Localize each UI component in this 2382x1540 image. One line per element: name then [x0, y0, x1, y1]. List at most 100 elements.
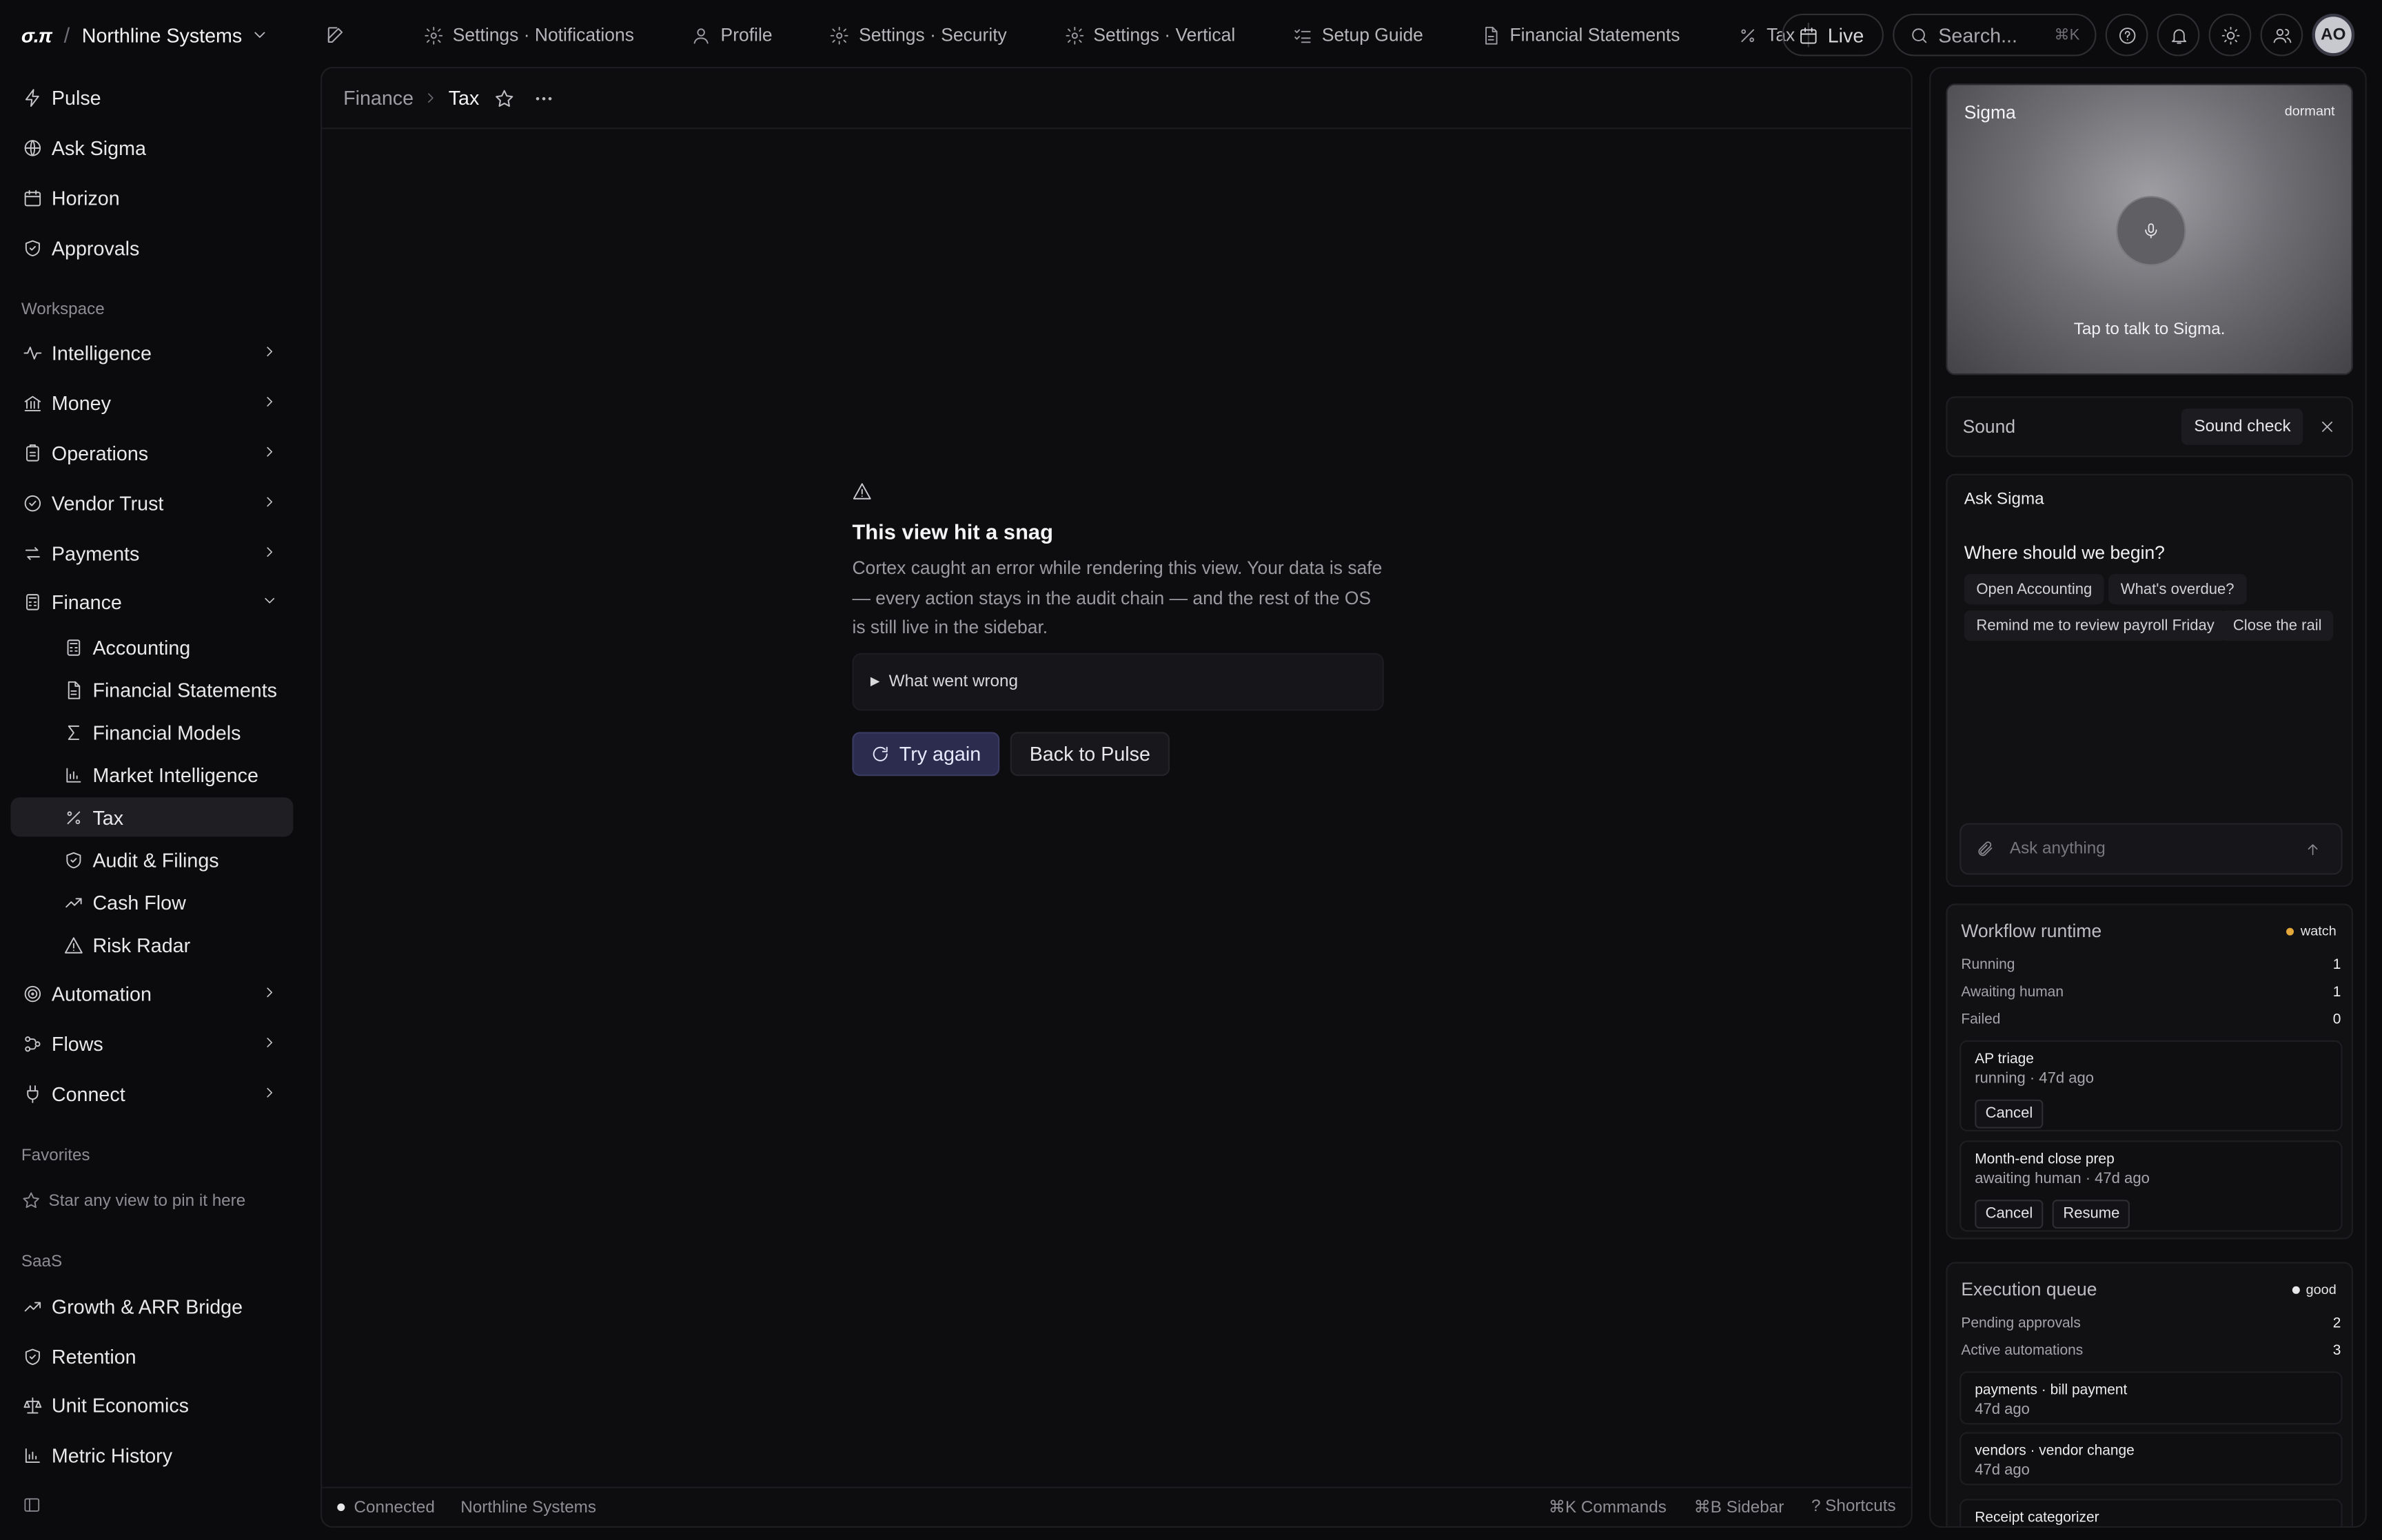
sidebar-item-money[interactable]: Money [10, 382, 293, 422]
sidebar-item-flows[interactable]: Flows [10, 1023, 293, 1062]
breadcrumb-parent[interactable]: Finance [343, 87, 414, 110]
close-icon[interactable] [2318, 418, 2336, 435]
sidebar-item-pulse[interactable]: Pulse [10, 77, 293, 116]
microphone-button[interactable] [2116, 196, 2186, 266]
chevron-down-icon [261, 593, 278, 609]
status-badge-label: good [2305, 1282, 2337, 1297]
error-actions: Try again Back to Pulse [852, 731, 1383, 776]
user-icon [692, 25, 712, 45]
tab-settings-vertical[interactable]: Settings · Vertical [1065, 24, 1236, 46]
stat-value: 1 [2332, 984, 2341, 1001]
sidebar-item-unit-economics[interactable]: Unit Economics [10, 1385, 293, 1424]
status-badge: good [2292, 1282, 2337, 1297]
paperclip-icon[interactable] [1976, 840, 1994, 858]
tab-label: Settings · Notifications [452, 24, 634, 46]
stat-row: Failed 0 [1961, 1012, 2341, 1028]
stat-value: 0 [2332, 1011, 2341, 1029]
chevron-right-icon [261, 544, 278, 560]
document-icon [64, 679, 93, 699]
sidebar-toggle-icon[interactable] [23, 1496, 41, 1514]
sidebar-item-tax[interactable]: Tax [10, 797, 294, 837]
error-details-label: What went wrong [888, 672, 1018, 690]
try-again-button[interactable]: Try again [852, 731, 999, 776]
sidebar-item-ask-sigma[interactable]: Ask Sigma [10, 127, 293, 167]
tab-profile[interactable]: Profile [692, 24, 773, 45]
stat-label: Failed [1961, 1011, 2001, 1029]
sidebar-item-metric-history[interactable]: Metric History [10, 1435, 293, 1475]
stat-value: 1 [2332, 956, 2341, 974]
chevron-right-icon [261, 343, 278, 360]
suggestion-chip[interactable]: Open Accounting [1964, 574, 2104, 605]
sidebar-item-cash-flow[interactable]: Cash Flow [50, 883, 294, 922]
cancel-button[interactable]: Cancel [1975, 1099, 2044, 1129]
queue-item[interactable]: vendors · vendor change 47d ago [1959, 1432, 2343, 1486]
sidebar-item-horizon[interactable]: Horizon [10, 178, 293, 217]
org-switcher[interactable]: σ.π / Northline Systems [0, 0, 269, 70]
avatar[interactable]: AO [2312, 13, 2355, 57]
suggestion-chip[interactable]: Remind me to review payroll Friday [1964, 610, 2227, 641]
search-input[interactable]: Search... ⌘K [1893, 13, 2097, 57]
sidebar-item-financial-models[interactable]: Financial Models [50, 712, 294, 752]
workflow-runtime-title: Workflow runtime [1961, 920, 2102, 942]
sidebar-item-retention[interactable]: Retention [10, 1337, 293, 1376]
favorites-empty-hint: Star any view to pin it here [21, 1191, 245, 1211]
sidebar-item-approvals[interactable]: Approvals [10, 228, 293, 267]
suggestion-chip[interactable]: What's overdue? [2108, 574, 2247, 605]
sidebar-item-label: Automation [51, 981, 152, 1005]
sidebar-item-financial-statements[interactable]: Financial Statements [50, 670, 294, 709]
send-arrow-icon[interactable] [2299, 835, 2326, 863]
sidebar-item-risk-radar[interactable]: Risk Radar [50, 925, 294, 964]
suggestion-chip[interactable]: Close the rail [2221, 610, 2334, 641]
sidebar-item-finance[interactable]: Finance [10, 582, 293, 621]
error-details-toggle[interactable]: ▶ What went wrong [852, 652, 1384, 710]
star-icon[interactable] [494, 88, 516, 109]
document-icon [1481, 25, 1501, 45]
sound-check-button[interactable]: Sound check [2181, 408, 2303, 445]
tab-label: Profile [720, 24, 773, 46]
ask-sigma-input[interactable]: Ask anything [1959, 823, 2343, 875]
tab-label: Settings · Vertical [1093, 24, 1236, 46]
tab-financial-statements[interactable]: Financial Statements [1481, 24, 1680, 45]
sidebar-item-market-intelligence[interactable]: Market Intelligence [50, 754, 294, 794]
bell-icon [2168, 25, 2188, 45]
tab-settings-security[interactable]: Settings · Security [830, 24, 1007, 45]
sidebar-item-operations[interactable]: Operations [10, 433, 293, 472]
sidebar-item-payments[interactable]: Payments [10, 533, 293, 573]
tab-settings-notifications[interactable]: Settings · Notifications [424, 24, 634, 45]
help-button[interactable] [2105, 13, 2148, 57]
status-badge-label: watch [2300, 923, 2337, 939]
sidebar-item-label: Intelligence [51, 340, 152, 364]
sidebar-item-label: Risk Radar [92, 933, 191, 956]
back-to-pulse-button[interactable]: Back to Pulse [1010, 731, 1170, 776]
team-button[interactable] [2260, 13, 2303, 57]
shortcut-commands[interactable]: ⌘K Commands [1549, 1497, 1667, 1517]
sidebar-item-audit-filings[interactable]: Audit & Filings [50, 840, 294, 879]
compose-icon[interactable] [325, 24, 347, 45]
sidebar-item-connect[interactable]: Connect [10, 1074, 293, 1113]
resume-button[interactable]: Resume [2052, 1200, 2130, 1229]
section-label-favorites: Favorites [21, 1147, 90, 1165]
status-org-name: Northline Systems [460, 1498, 597, 1517]
sidebar-item-accounting[interactable]: Accounting [50, 627, 294, 666]
warning-icon [64, 935, 93, 955]
badge-check-icon [23, 493, 52, 513]
sidebar-item-intelligence[interactable]: Intelligence [10, 333, 293, 372]
notifications-button[interactable] [2157, 13, 2200, 57]
cancel-button[interactable]: Cancel [1975, 1200, 2044, 1229]
sound-label: Sound [1962, 415, 2016, 438]
queue-item[interactable]: Receipt categorizer [1959, 1499, 2343, 1527]
job-name: Month-end close prep [1975, 1151, 2115, 1168]
status-dot [2292, 1285, 2300, 1293]
shortcut-help[interactable]: ? Shortcuts [1811, 1497, 1896, 1517]
sidebar-item-label: Tax [92, 805, 124, 829]
theme-toggle-button[interactable] [2208, 13, 2252, 57]
tab-setup-guide[interactable]: Setup Guide [1293, 24, 1423, 45]
more-options-icon[interactable] [534, 88, 556, 109]
shortcut-sidebar[interactable]: ⌘B Sidebar [1694, 1497, 1784, 1517]
sidebar-item-automation[interactable]: Automation [10, 974, 293, 1013]
sidebar-item-vendor-trust[interactable]: Vendor Trust [10, 483, 293, 522]
execution-queue-panel: Execution queue good Pending approvals 2… [1946, 1262, 2353, 1527]
live-button[interactable]: Live [1782, 13, 1884, 57]
queue-item[interactable]: payments · bill payment 47d ago [1959, 1371, 2343, 1425]
sidebar-item-growth-arr-bridge[interactable]: Growth & ARR Bridge [10, 1286, 293, 1326]
